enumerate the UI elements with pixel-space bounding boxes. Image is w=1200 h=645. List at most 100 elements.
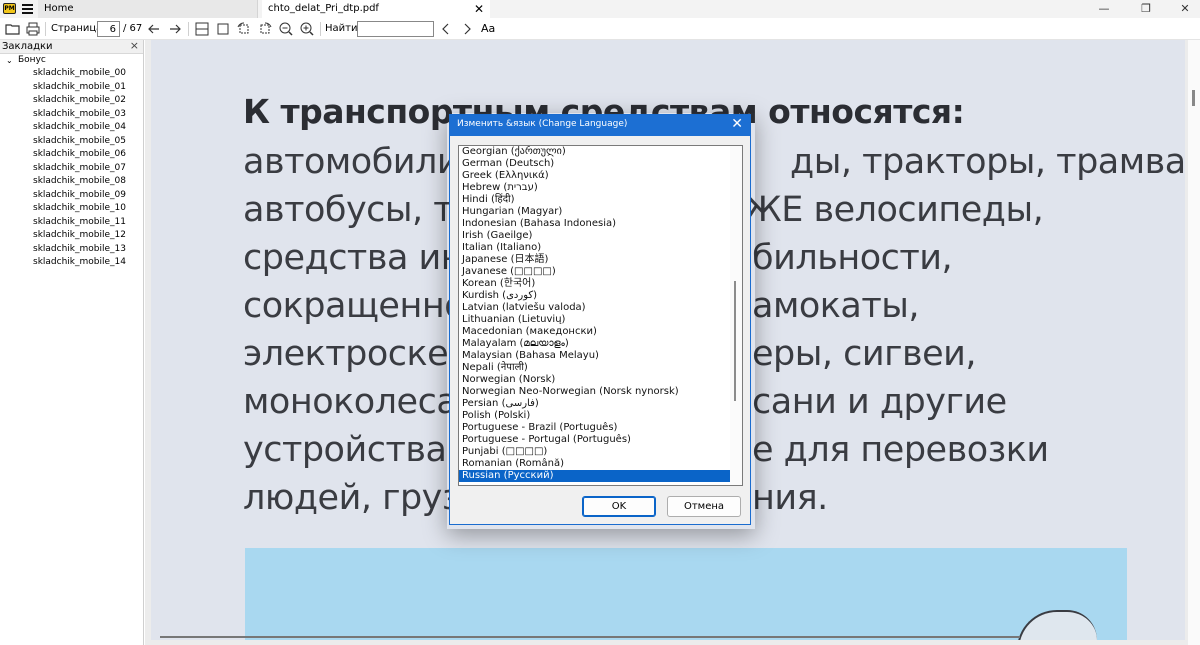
bookmark-root-bonus[interactable]: ⌄ Бонус	[0, 54, 143, 67]
language-option[interactable]: Hungarian (Magyar)	[459, 206, 742, 218]
cancel-button[interactable]: Отмена	[667, 496, 741, 517]
horizontal-scrollbar[interactable]	[160, 636, 1020, 638]
tab-close-icon[interactable]: ✕	[474, 0, 484, 18]
dialog-title-bar[interactable]: Изменить &язык (Change Language) ✕	[450, 115, 750, 136]
language-option[interactable]: Japanese (日本語)	[459, 254, 742, 266]
bookmark-item[interactable]: skladchik_mobile_07	[0, 162, 143, 176]
ok-button[interactable]: OK	[582, 496, 656, 517]
language-option[interactable]: Hebrew (עברית)	[459, 182, 742, 194]
bookmark-item[interactable]: skladchik_mobile_13	[0, 243, 143, 257]
language-option[interactable]: Kurdish (کوردی)	[459, 290, 742, 302]
doc-text-line: амокаты,	[752, 286, 920, 326]
doc-text-line: ды, тракторы, трамваи,	[790, 142, 1185, 182]
find-label: Найти:	[325, 23, 361, 34]
language-option[interactable]: Norwegian (Norsk)	[459, 374, 742, 386]
forward-arrow-icon[interactable]	[167, 21, 183, 37]
language-option[interactable]: Lithuanian (Lietuvių)	[459, 314, 742, 326]
language-option[interactable]: Malaysian (Bahasa Melayu)	[459, 350, 742, 362]
language-option[interactable]: Polish (Polski)	[459, 410, 742, 422]
tab-document-label: chto_delat_Pri_dtp.pdf	[268, 3, 379, 14]
language-option[interactable]: Javanese (□□□□)	[459, 266, 742, 278]
hamburger-menu-icon[interactable]	[22, 4, 33, 14]
dialog-close-icon[interactable]: ✕	[731, 116, 743, 132]
language-option[interactable]: Indonesian (Bahasa Indonesia)	[459, 218, 742, 230]
language-option[interactable]: Russian (Русский)	[459, 470, 742, 482]
zoom-in-icon[interactable]	[299, 21, 315, 37]
bookmark-item[interactable]: skladchik_mobile_12	[0, 229, 143, 243]
dialog-title: Изменить &язык (Change Language)	[457, 119, 628, 129]
bookmark-item[interactable]: skladchik_mobile_02	[0, 94, 143, 108]
language-option[interactable]: Nepali (नेपाली)	[459, 362, 742, 374]
language-option[interactable]: Korean (한국어)	[459, 278, 742, 290]
bookmark-item[interactable]: skladchik_mobile_04	[0, 121, 143, 135]
bookmark-item[interactable]: skladchik_mobile_14	[0, 256, 143, 270]
minimize-button[interactable]: —	[1089, 0, 1119, 18]
find-input[interactable]	[357, 21, 434, 37]
language-option[interactable]: Portuguese - Brazil (Português)	[459, 422, 742, 434]
change-language-dialog: Изменить &язык (Change Language) ✕ Georg…	[449, 114, 751, 525]
language-listbox[interactable]: Georgian (ქართული) German (Deutsch) Greek …	[458, 145, 743, 486]
language-option[interactable]: German (Deutsch)	[459, 158, 742, 170]
bookmark-item[interactable]: skladchik_mobile_00	[0, 67, 143, 81]
language-option[interactable]: Greek (Ελληνικά)	[459, 170, 742, 182]
language-option[interactable]: Romanian (Română)	[459, 458, 742, 470]
language-option[interactable]: Malayalam (മലയാളം)	[459, 338, 742, 350]
close-window-button[interactable]: ✕	[1170, 0, 1200, 18]
toolbar: Страница: / 67 Найти: Aа	[0, 18, 1200, 40]
listbox-scroll-thumb[interactable]	[734, 281, 736, 401]
doc-text-line: электроскей	[243, 334, 471, 374]
language-option[interactable]: Latvian (latviešu valoda)	[459, 302, 742, 314]
illustration-banner	[245, 548, 1127, 640]
sidebar-close-icon[interactable]: ×	[130, 39, 139, 52]
language-list: Georgian (ქართული) German (Deutsch) Greek …	[459, 146, 742, 482]
single-page-icon[interactable]	[194, 21, 210, 37]
bookmark-item[interactable]: skladchik_mobile_11	[0, 216, 143, 230]
bookmark-item[interactable]: skladchik_mobile_05	[0, 135, 143, 149]
chevron-down-icon[interactable]: ⌄	[6, 54, 13, 67]
doc-text-line: еры, сигвеи,	[752, 334, 977, 374]
title-bar: PM Home chto_delat_Pri_dtp.pdf ✕ — ❐ ✕	[0, 0, 1200, 18]
tab-document[interactable]: chto_delat_Pri_dtp.pdf ✕	[262, 0, 490, 18]
bookmark-item[interactable]: skladchik_mobile_09	[0, 189, 143, 203]
rotate-right-icon[interactable]	[257, 21, 273, 37]
scroll-thumb[interactable]	[1192, 90, 1195, 106]
doc-text-line: сокращенно	[243, 286, 466, 326]
language-option[interactable]: Punjabi (□□□□)	[459, 446, 742, 458]
match-case-icon[interactable]: Aа	[481, 22, 495, 35]
bookmark-item[interactable]: skladchik_mobile_06	[0, 148, 143, 162]
bookmark-root-label: Бонус	[18, 55, 46, 65]
doc-text-line: автобусы, тр	[243, 190, 475, 230]
doc-text-line: ЖЕ велосипеды,	[744, 190, 1044, 230]
page-number-input[interactable]	[97, 21, 120, 37]
zoom-out-icon[interactable]	[278, 21, 294, 37]
bookmark-item[interactable]: skladchik_mobile_03	[0, 108, 143, 122]
language-option[interactable]: Macedonian (македонски)	[459, 326, 742, 338]
open-folder-icon[interactable]	[5, 21, 21, 37]
vertical-scrollbar[interactable]	[1188, 40, 1200, 645]
language-option[interactable]: Italian (Italiano)	[459, 242, 742, 254]
language-option[interactable]: Norwegian Neo-Norwegian (Norsk nynorsk)	[459, 386, 742, 398]
doc-text-line: бильности,	[752, 238, 953, 278]
tab-home-label: Home	[44, 3, 74, 14]
listbox-scrollbar[interactable]	[730, 146, 742, 485]
fit-page-icon[interactable]	[215, 21, 231, 37]
back-arrow-icon[interactable]	[146, 21, 162, 37]
tab-home[interactable]: Home	[38, 0, 258, 18]
find-prev-icon[interactable]	[438, 21, 454, 37]
doc-text-line: сани и другие	[752, 382, 1007, 422]
language-option[interactable]: Hindi (हिंदी)	[459, 194, 742, 206]
language-option[interactable]: Irish (Gaeilge)	[459, 230, 742, 242]
doc-text-line: людей, груз	[243, 478, 461, 518]
language-option[interactable]: Persian (فارسی)	[459, 398, 742, 410]
print-icon[interactable]	[25, 21, 41, 37]
language-option[interactable]: Georgian (ქართული)	[459, 146, 742, 158]
maximize-button[interactable]: ❐	[1131, 0, 1161, 18]
language-option[interactable]: Portuguese - Portugal (Português)	[459, 434, 742, 446]
find-next-icon[interactable]	[459, 21, 475, 37]
bookmark-item[interactable]: skladchik_mobile_10	[0, 202, 143, 216]
bookmark-item[interactable]: skladchik_mobile_08	[0, 175, 143, 189]
rotate-left-icon[interactable]	[236, 21, 252, 37]
bookmark-item[interactable]: skladchik_mobile_01	[0, 81, 143, 95]
vehicle-illustration	[1017, 610, 1097, 640]
app-logo-icon: PM	[3, 3, 16, 14]
